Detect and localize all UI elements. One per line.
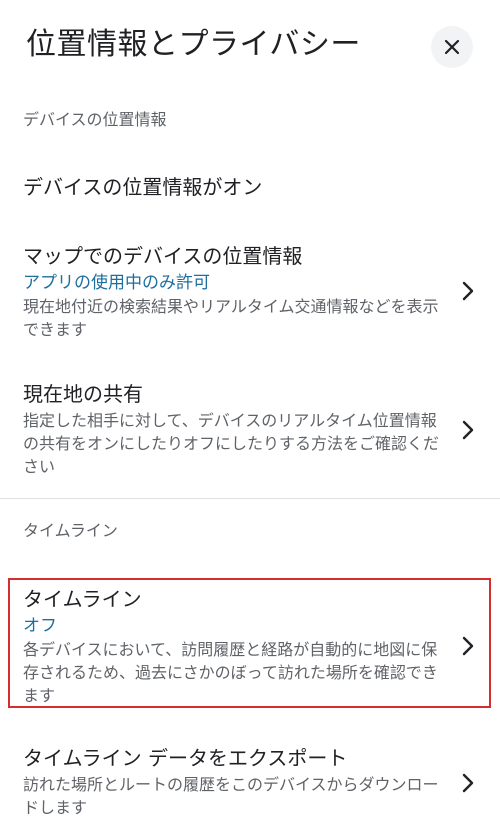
row-title: タイムライン: [23, 587, 142, 611]
page-title: 位置情報とプライバシー: [26, 27, 361, 62]
section-header-timeline: タイムライン: [23, 521, 118, 540]
row-title: デバイスの位置情報がオン: [23, 175, 263, 199]
export-timeline-row[interactable]: タイムライン データをエクスポート 訪れた場所とルートの履歴をこのデバイスからダ…: [0, 742, 500, 832]
chevron-right-icon: [460, 635, 476, 657]
row-description: 指定した相手に対して、デバイスのリアルタイム位置情報の共有をオンにしたりオフにし…: [23, 411, 440, 476]
maps-device-location-row[interactable]: マップでのデバイスの位置情報 アプリの使用中のみ許可 現在地付近の検索結果やリア…: [0, 240, 500, 345]
device-location-toggle-row[interactable]: デバイスの位置情報がオン: [0, 165, 500, 215]
chevron-right-icon: [460, 419, 476, 441]
row-title: 現在地の共有: [23, 382, 143, 406]
close-icon: [444, 39, 460, 55]
timeline-row[interactable]: タイムライン オフ 各デバイスにおいて、訪問履歴と経路が自動的に地図に保存される…: [0, 585, 500, 705]
chevron-right-icon: [460, 772, 476, 794]
row-description: 訪れた場所とルートの履歴をこのデバイスからダウンロードします: [23, 775, 439, 817]
row-description: 現在地付近の検索結果やリアルタイム交通情報などを表示できます: [23, 297, 439, 339]
row-status: オフ: [23, 616, 57, 636]
section-header-device-location: デバイスの位置情報: [23, 110, 167, 129]
header: 位置情報とプライバシー: [0, 0, 500, 95]
row-title: タイムライン データをエクスポート: [23, 746, 348, 770]
close-button[interactable]: [431, 26, 473, 68]
row-status: アプリの使用中のみ許可: [23, 273, 210, 293]
row-title: マップでのデバイスの位置情報: [23, 244, 303, 268]
section-divider: [0, 498, 500, 499]
chevron-right-icon: [460, 280, 476, 302]
row-description: 各デバイスにおいて、訪問履歴と経路が自動的に地図に保存されるため、過去にさかのぼ…: [23, 640, 438, 705]
location-sharing-row[interactable]: 現在地の共有 指定した相手に対して、デバイスのリアルタイム位置情報の共有をオンに…: [0, 378, 500, 478]
